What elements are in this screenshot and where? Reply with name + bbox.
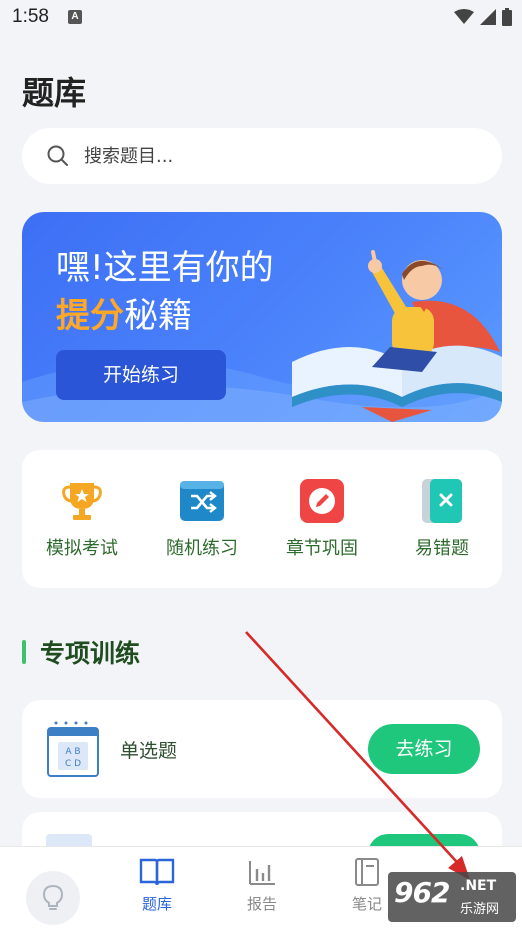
battery-icon	[502, 8, 512, 26]
quick-action-label: 随机练习	[166, 538, 238, 559]
watermark-number: 962	[394, 876, 450, 909]
tab-label: 题库	[141, 895, 172, 913]
watermark-sub: 乐游网	[460, 902, 500, 917]
lightbulb-button[interactable]	[26, 871, 80, 925]
lightbulb-icon	[42, 884, 64, 910]
tab-label: 报告	[246, 895, 277, 913]
sheet-letters-bottom: C D	[65, 759, 81, 769]
status-time: 1:58	[12, 6, 49, 27]
go-practice-button[interactable]: 去练习	[368, 724, 480, 774]
error-book-icon	[419, 478, 465, 524]
banner-highlight: 提分	[56, 296, 124, 336]
banner-subheadline-rest: 秘籍	[124, 296, 192, 336]
trophy-icon	[59, 478, 105, 524]
quick-action-chapter-review[interactable]: 章节巩固	[267, 478, 377, 588]
quick-action-label: 模拟考试	[46, 538, 118, 559]
section-header: 专项训练	[22, 636, 140, 668]
abcd-sheet-icon: A B C D	[47, 721, 99, 777]
watermark-net: .NET	[460, 878, 497, 894]
banner-subheadline: 提分秘籍	[56, 288, 192, 337]
chart-icon	[249, 861, 275, 885]
tab-question-bank[interactable]: 题库	[127, 857, 187, 914]
quick-action-error-questions[interactable]: 易错题	[387, 478, 497, 588]
status-bar: 1:58 A	[0, 0, 522, 36]
wifi-icon	[454, 9, 474, 24]
section-accent-bar	[22, 640, 26, 664]
quick-action-label: 易错题	[415, 538, 469, 559]
site-watermark-logo: 962 .NET 乐游网	[388, 872, 516, 922]
section-title: 专项训练	[40, 639, 141, 668]
notification-icon: A	[68, 10, 82, 24]
quick-actions-panel: 模拟考试 随机练习 章节巩固 易错题	[22, 450, 502, 588]
sheet-letters-top: A B	[65, 747, 80, 757]
notebook-icon	[355, 858, 379, 886]
boy-on-book-illustration	[292, 250, 502, 422]
search-bar[interactable]	[22, 128, 502, 184]
page-title: 题库	[22, 74, 87, 112]
tab-label: 笔记	[351, 895, 382, 913]
search-input[interactable]	[84, 145, 464, 167]
promo-banner[interactable]: 嘿!这里有你的 提分秘籍 开始练习	[22, 212, 502, 422]
pencil-icon	[299, 478, 345, 524]
tab-report[interactable]: 报告	[232, 857, 292, 914]
quick-action-mock-exam[interactable]: 模拟考试	[27, 478, 137, 588]
quick-action-label: 章节巩固	[286, 538, 358, 559]
search-icon	[47, 145, 68, 166]
banner-headline: 嘿!这里有你的	[56, 248, 274, 288]
quick-action-random-practice[interactable]: 随机练习	[147, 478, 257, 588]
shuffle-icon	[179, 478, 225, 524]
card-label: 单选题	[120, 740, 178, 762]
signal-icon	[480, 9, 496, 25]
practice-card-single-choice[interactable]: A B C D 单选题 去练习	[22, 700, 502, 798]
start-practice-button[interactable]: 开始练习	[56, 350, 226, 400]
status-icons	[454, 8, 512, 26]
book-icon	[139, 858, 175, 886]
